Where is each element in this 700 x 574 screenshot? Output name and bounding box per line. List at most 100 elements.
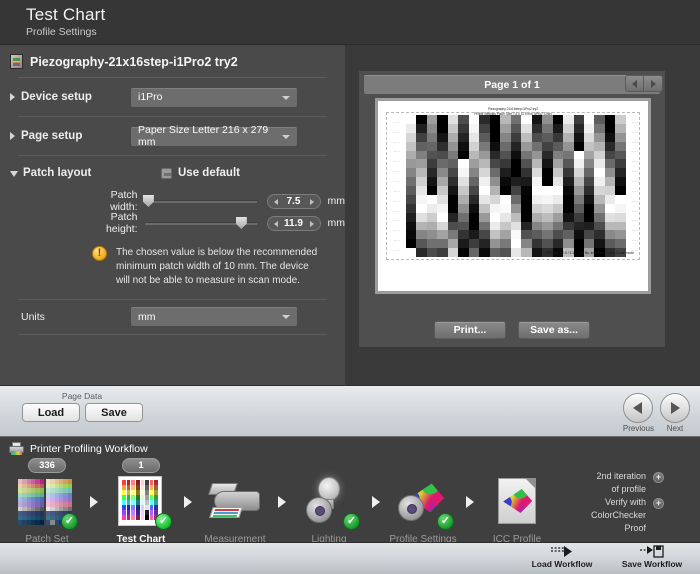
add-iteration-button[interactable]: +	[653, 472, 664, 483]
chart-patch	[604, 132, 616, 142]
chart-patch	[604, 177, 616, 186]
chart-patch	[542, 141, 553, 151]
registration-marks: ....	[393, 238, 401, 243]
workflow-step-profile-settings[interactable]: ✓ Profile Settings	[384, 458, 462, 545]
chart-patch	[416, 115, 427, 124]
registration-marks: ....	[631, 139, 639, 144]
chart-patch	[552, 123, 564, 133]
chart-patch	[573, 239, 584, 249]
chart-patch	[406, 186, 417, 195]
slider-knob[interactable]	[235, 217, 247, 229]
workflow-step-lighting[interactable]: ✓ Lighting	[290, 458, 368, 545]
arrow-right-circle-icon[interactable]	[660, 393, 690, 423]
page-nav-group[interactable]	[625, 75, 663, 92]
chart-patch	[552, 177, 564, 186]
use-default-checkbox[interactable]	[161, 167, 172, 179]
workflow-step-icc-profile[interactable]: ICC Profile	[478, 458, 556, 545]
chart-patch	[426, 248, 438, 257]
use-default-checkbox-row[interactable]: Use default	[161, 167, 240, 179]
page-prev-button[interactable]	[625, 75, 644, 92]
patch-height-stepper[interactable]: 11.9	[266, 215, 321, 231]
chart-patch	[510, 159, 522, 169]
page-setup-dropdown[interactable]: Paper Size Letter 216 x 279 mm	[131, 124, 297, 148]
chart-patch	[563, 159, 574, 169]
icon-strip	[149, 480, 154, 520]
patch-width-slider[interactable]	[142, 195, 257, 207]
load-workflow-icon	[520, 544, 604, 559]
registration-marks: ....	[393, 129, 401, 134]
chart-patch	[416, 248, 427, 257]
chart-patch	[458, 177, 469, 186]
add-colorchecker-proof-button[interactable]: +	[653, 498, 664, 509]
chevron-right-icon[interactable]	[10, 93, 15, 101]
chart-patch	[510, 186, 522, 195]
section-patch-layout[interactable]: Patch layout Use default	[0, 156, 345, 190]
chart-strip	[500, 115, 511, 257]
section-device-setup[interactable]: Device setup i1Pro	[0, 78, 345, 116]
chart-patch	[604, 203, 616, 213]
chart-strip	[406, 115, 417, 257]
previous-label: Previous	[622, 424, 654, 433]
chart-patch	[489, 194, 501, 204]
load-workflow-label: Load Workflow	[531, 559, 593, 569]
chart-patch	[426, 194, 438, 204]
chart-patch	[458, 230, 469, 240]
page-next-button[interactable]	[644, 75, 663, 92]
chart-patch	[500, 186, 511, 195]
chart-patch	[479, 115, 490, 124]
workflow-step-test-chart[interactable]: 1 ✓ Test Chart	[102, 458, 180, 545]
chart-patch	[489, 132, 501, 142]
stepper-decrement-icon[interactable]	[273, 198, 278, 205]
chart-patch	[406, 123, 417, 133]
chart-patch	[447, 132, 459, 142]
workflow-step-measurement[interactable]: Measurement	[196, 458, 274, 545]
chevron-down-icon[interactable]	[10, 171, 18, 177]
stepper-decrement-icon[interactable]	[273, 220, 278, 227]
registration-marks: ....	[393, 198, 401, 203]
chart-patch	[437, 159, 448, 169]
load-workflow-button[interactable]: Load Workflow	[520, 544, 604, 569]
load-page-data-button[interactable]: Load	[22, 403, 80, 422]
chart-patch	[489, 248, 501, 257]
chart-patch	[426, 177, 438, 186]
chart-patch	[500, 123, 511, 133]
workflow-step-patch-set[interactable]: 336 ✓ Patch Set	[8, 458, 86, 545]
chart-patch	[573, 141, 584, 151]
chart-patch	[416, 212, 427, 222]
icon-strip	[140, 480, 145, 520]
save-workflow-button[interactable]: Save Workflow	[610, 544, 694, 569]
device-setup-dropdown[interactable]: i1Pro	[131, 87, 297, 107]
stepper-increment-icon[interactable]	[309, 220, 314, 227]
chart-patch	[437, 186, 448, 195]
chart-patch	[468, 168, 480, 178]
registration-marks: ....	[631, 129, 639, 134]
arrow-left-circle-icon[interactable]	[622, 393, 653, 423]
chart-patch	[510, 132, 522, 142]
patch-height-slider[interactable]	[144, 217, 257, 229]
save-page-data-button[interactable]: Save	[85, 403, 143, 422]
chart-patch	[489, 150, 501, 160]
chart-patch	[604, 168, 616, 178]
icc-profile-document-icon	[488, 475, 546, 529]
next-step[interactable]: Next	[660, 393, 690, 433]
chevron-right-icon[interactable]	[10, 132, 15, 140]
chart-patch	[573, 194, 584, 204]
patch-width-stepper[interactable]: 7.5	[266, 193, 321, 209]
previous-step[interactable]: Previous	[622, 393, 654, 433]
patch-set-count-badge: 336	[28, 458, 66, 473]
chart-patch	[563, 186, 574, 195]
color-swatch	[39, 520, 44, 525]
section-page-setup[interactable]: Page setup Paper Size Letter 216 x 279 m…	[0, 117, 345, 155]
save-as-button[interactable]: Save as...	[518, 321, 590, 339]
chart-patch	[594, 141, 605, 151]
units-dropdown[interactable]: mm	[131, 307, 297, 327]
chart-patch	[468, 248, 480, 257]
chart-patch	[437, 132, 448, 142]
page-preview-frame[interactable]: Piezography-21x16step-i1Pro2 try2 Profil…	[375, 98, 651, 294]
section-label-page-setup: Page setup	[21, 130, 83, 142]
stepper-increment-icon[interactable]	[309, 198, 314, 205]
chart-patch	[479, 159, 490, 169]
patch-set-grid-icon: ✓	[18, 475, 78, 530]
slider-knob[interactable]	[142, 195, 154, 207]
print-button[interactable]: Print...	[434, 321, 506, 339]
